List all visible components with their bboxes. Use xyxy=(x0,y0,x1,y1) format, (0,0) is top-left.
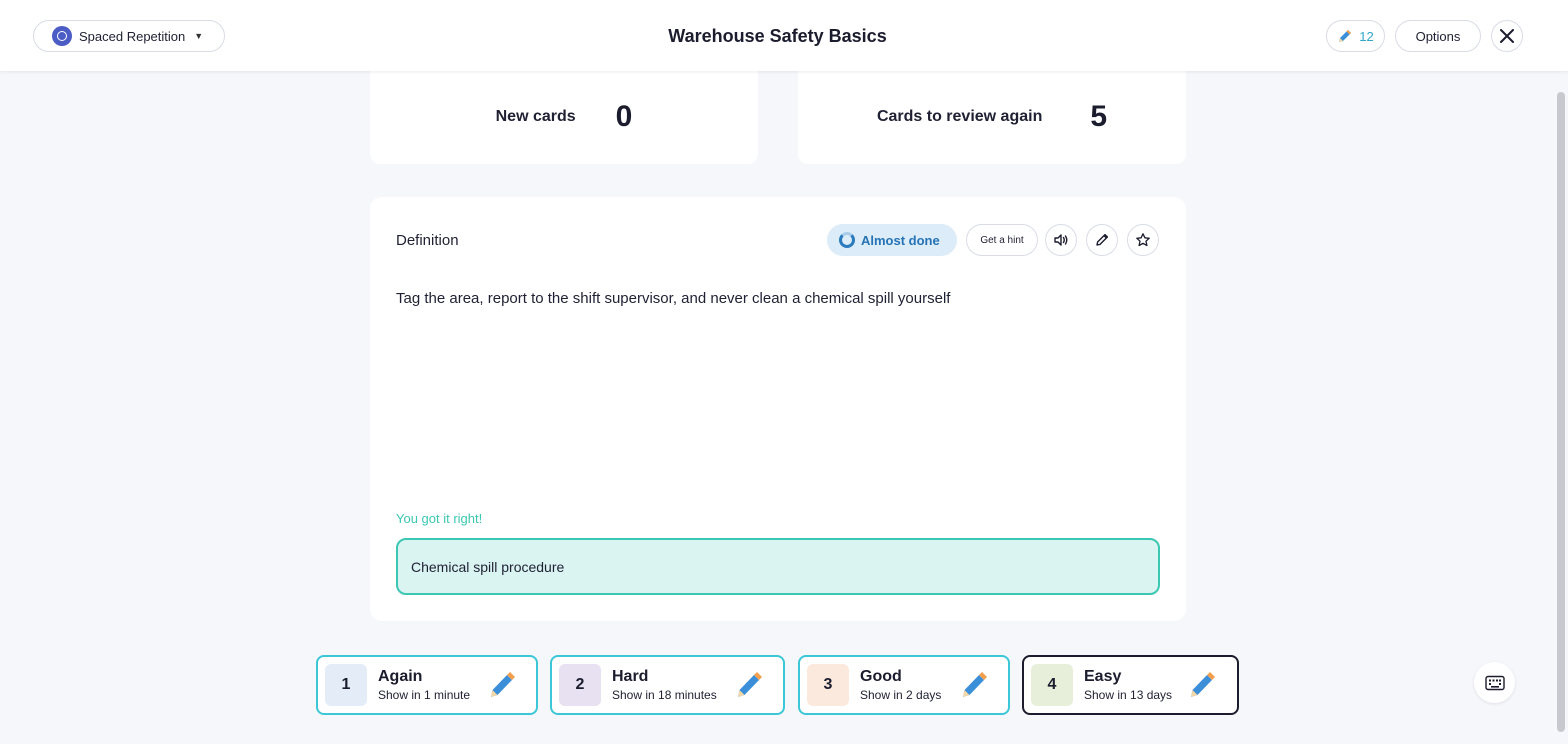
review-cards-count: 5 xyxy=(1090,100,1108,133)
pencil-icon xyxy=(491,672,515,697)
rate-title: Good xyxy=(860,668,902,685)
progress-status-badge: Almost done xyxy=(827,224,957,256)
pencil-icon xyxy=(1191,672,1215,697)
new-cards-count: 0 xyxy=(615,100,633,133)
rate-hard-button[interactable]: 2 Hard Show in 18 minutes xyxy=(550,655,785,715)
keyboard-icon xyxy=(1484,675,1505,690)
options-button[interactable]: Options xyxy=(1395,20,1481,52)
pencil-count-badge[interactable]: 12 xyxy=(1326,20,1385,52)
pencil-icon xyxy=(738,672,762,697)
review-cards-label: Cards to review again xyxy=(876,108,1043,125)
spinner-icon xyxy=(839,232,855,248)
rate-number: 3 xyxy=(807,664,849,706)
rate-interval: Show in 2 days xyxy=(860,688,942,702)
rate-number: 4 xyxy=(1031,664,1073,706)
star-card-button[interactable] xyxy=(1127,224,1159,256)
rate-title: Easy xyxy=(1084,668,1122,685)
feedback-message: You got it right! xyxy=(396,511,483,526)
definition-text: Tag the area, report to the shift superv… xyxy=(396,290,951,307)
speaker-icon xyxy=(1054,234,1068,246)
progress-status-label: Almost done xyxy=(861,232,940,248)
review-cards-panel: Cards to review again 5 xyxy=(798,70,1186,164)
rate-title: Again xyxy=(378,668,423,685)
answer-field[interactable]: Chemical spill procedure xyxy=(396,538,1160,595)
edit-icon xyxy=(1096,233,1109,246)
scrollbar[interactable] xyxy=(1557,92,1565,732)
pencil-icon xyxy=(963,672,987,697)
close-icon xyxy=(1500,29,1514,43)
close-button[interactable] xyxy=(1491,20,1523,52)
rate-easy-button[interactable]: 4 Easy Show in 13 days xyxy=(1022,655,1239,715)
rate-interval: Show in 1 minute xyxy=(378,688,471,702)
new-cards-panel: New cards 0 xyxy=(370,70,758,164)
rate-number: 1 xyxy=(325,664,367,706)
get-hint-button[interactable]: Get a hint xyxy=(966,224,1038,256)
edit-card-button[interactable] xyxy=(1086,224,1118,256)
page-title: Warehouse Safety Basics xyxy=(668,26,887,46)
pencil-count-value: 12 xyxy=(1359,28,1374,44)
pencil-icon xyxy=(1339,30,1352,42)
rate-interval: Show in 18 minutes xyxy=(612,688,717,702)
star-icon xyxy=(1136,233,1150,247)
card-side-label: Definition xyxy=(396,232,459,249)
rate-number: 2 xyxy=(559,664,601,706)
audio-button[interactable] xyxy=(1045,224,1077,256)
flashcard: Definition Almost done Get a hint Tag th… xyxy=(370,197,1186,621)
rate-interval: Show in 13 days xyxy=(1084,688,1173,702)
rate-again-button[interactable]: 1 Again Show in 1 minute xyxy=(316,655,538,715)
header: Spaced Repetition ▼ Warehouse Safety Bas… xyxy=(0,0,1568,71)
rate-good-button[interactable]: 3 Good Show in 2 days xyxy=(798,655,1010,715)
new-cards-label: New cards xyxy=(495,108,576,125)
rate-title: Hard xyxy=(612,668,649,685)
keyboard-shortcuts-button[interactable] xyxy=(1474,662,1515,703)
